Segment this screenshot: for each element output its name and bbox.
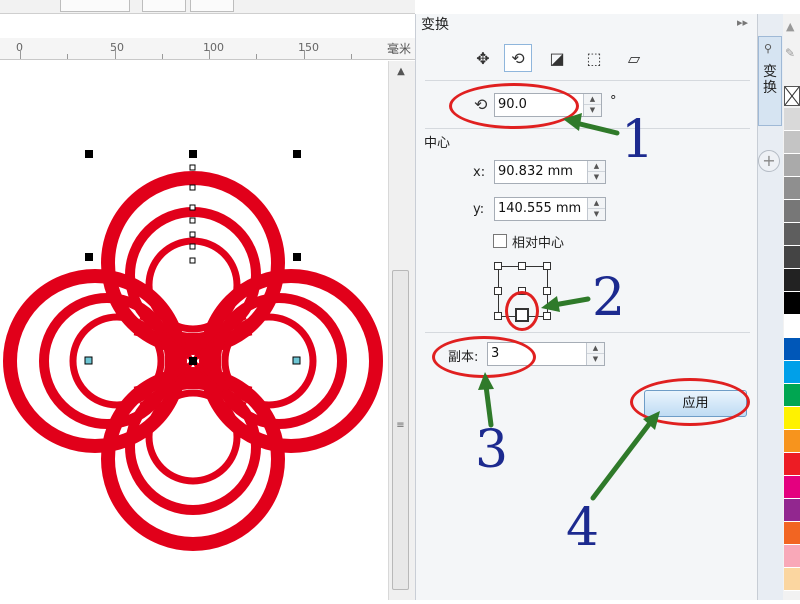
palette-swatch[interactable]	[784, 499, 800, 522]
no-color-icon	[784, 86, 800, 106]
palette-swatch[interactable]	[784, 407, 800, 430]
toolbar-button[interactable]	[60, 0, 130, 12]
docker-tab-label: 变换	[763, 64, 777, 96]
palette-swatch[interactable]	[784, 292, 800, 315]
ruler-tick-label: 150	[298, 41, 319, 54]
palette-swatch[interactable]	[784, 361, 800, 384]
pin-icon[interactable]: ⚲	[764, 42, 772, 55]
annotation-arrow-2	[551, 296, 591, 308]
annotation-number-3: 3	[475, 420, 509, 480]
palette-swatch[interactable]	[784, 108, 800, 131]
side-handle-left[interactable]	[84, 356, 93, 365]
palette-swatch[interactable]	[784, 522, 800, 545]
palette-swatch[interactable]	[784, 384, 800, 407]
annotation-number-4: 4	[566, 498, 600, 558]
side-handle-right[interactable]	[292, 356, 301, 365]
palette-swatch[interactable]	[784, 568, 800, 591]
ruler-tick	[20, 50, 21, 59]
ruler-tick	[351, 54, 352, 59]
palette-swatch[interactable]	[784, 177, 800, 200]
ruler-tick-label: 50	[110, 41, 124, 54]
ruler-tick-label: 100	[203, 41, 224, 54]
rotation-center-handle	[189, 357, 197, 365]
scroll-up-arrow-icon[interactable]: ▲	[393, 66, 409, 82]
ruler-tick	[162, 54, 163, 59]
drawing-canvas[interactable]	[0, 61, 388, 600]
ruler-tick	[256, 54, 257, 59]
palette-swatch[interactable]	[784, 453, 800, 476]
ruler-tick	[209, 50, 210, 59]
toolbar-button[interactable]	[142, 0, 186, 12]
palette-swatch[interactable]	[784, 154, 800, 177]
palette-swatch[interactable]	[784, 545, 800, 568]
palette-swatch[interactable]	[784, 246, 800, 269]
no-color-swatch[interactable]	[784, 86, 800, 106]
palette-swatch[interactable]	[784, 430, 800, 453]
add-docker-icon[interactable]: +	[758, 150, 780, 172]
horizontal-ruler: 0 50 100 150 毫米	[0, 38, 415, 60]
rotated-rings-artwork[interactable]	[0, 61, 388, 600]
palette-scroll-up-icon[interactable]: ▲	[786, 20, 794, 33]
palette-swatch[interactable]	[784, 315, 800, 338]
palette-swatch[interactable]	[784, 476, 800, 499]
ruler-unit-label: 毫米	[386, 42, 411, 56]
ruler-tick	[115, 50, 116, 59]
ruler-tick	[67, 54, 68, 59]
eyedropper-icon[interactable]: ✎	[785, 46, 795, 60]
toolbar-button[interactable]	[190, 0, 234, 12]
ruler-tick	[304, 50, 305, 59]
palette-swatch[interactable]	[784, 131, 800, 154]
scrollbar-grip-icon: ≡	[396, 420, 405, 431]
palette-swatch[interactable]	[784, 338, 800, 361]
annotation-arrow-4	[590, 420, 653, 501]
annotation-arrow-1	[573, 120, 620, 136]
palette-swatch[interactable]	[784, 269, 800, 292]
annotation-number-2: 2	[592, 268, 626, 328]
palette-swatch[interactable]	[784, 200, 800, 223]
annotation-number-1: 1	[621, 110, 655, 170]
palette-swatch[interactable]	[784, 223, 800, 246]
